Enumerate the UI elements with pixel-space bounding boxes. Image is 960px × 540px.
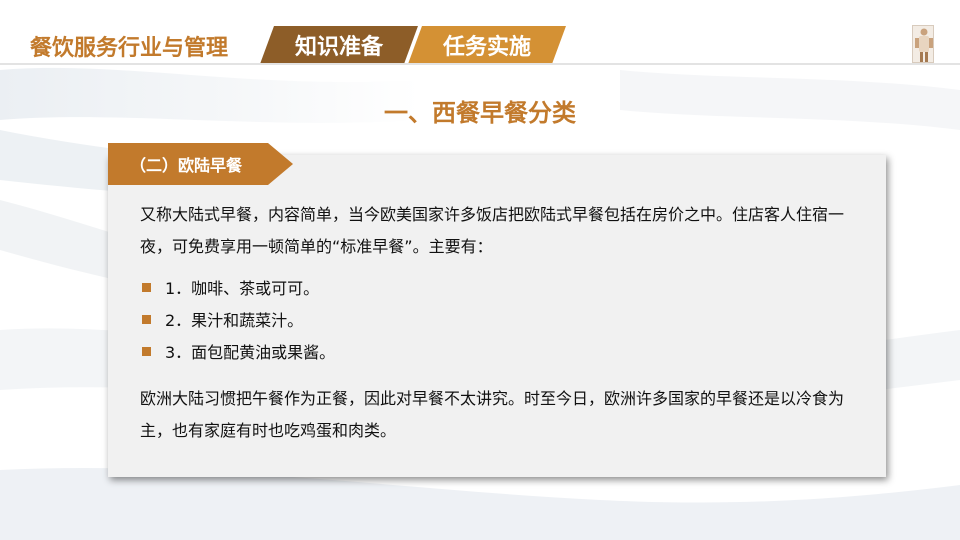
square-bullet-icon bbox=[142, 314, 151, 324]
chef-figure-icon bbox=[912, 25, 934, 63]
tab-task-implementation[interactable]: 任务实施 bbox=[408, 26, 566, 64]
header-bar: 餐饮服务行业与管理 知识准备 任务实施 bbox=[0, 22, 960, 64]
closing-paragraph: 欧洲大陆习惯把午餐作为正餐，因此对早餐不太讲究。时至今日，欧洲许多国家的早餐还是… bbox=[140, 389, 845, 440]
section-title: 一、西餐早餐分类 bbox=[0, 93, 960, 128]
list-item-text: 2．果汁和蔬菜汁。 bbox=[165, 311, 304, 330]
panel-tag: （二）欧陆早餐 bbox=[108, 143, 293, 185]
square-bullet-icon bbox=[142, 282, 151, 292]
list-item: 1．咖啡、茶或可可。 bbox=[140, 271, 840, 303]
list-item: 3．面包配黄油或果酱。 bbox=[140, 335, 840, 367]
course-title: 餐饮服务行业与管理 bbox=[30, 36, 229, 61]
breakfast-items-list: 1．咖啡、茶或可可。 2．果汁和蔬菜汁。 3．面包配黄油或果酱。 bbox=[140, 271, 840, 367]
intro-paragraph: 又称大陆式早餐，内容简单，当今欧美国家许多饭店把欧陆式早餐包括在房价之中。住店客… bbox=[140, 205, 845, 256]
square-bullet-icon bbox=[142, 346, 151, 356]
tab-knowledge-prep[interactable]: 知识准备 bbox=[260, 26, 418, 64]
list-item: 2．果汁和蔬菜汁。 bbox=[140, 303, 840, 335]
header-divider bbox=[0, 63, 960, 65]
list-item-text: 1．咖啡、茶或可可。 bbox=[165, 279, 320, 298]
list-item-text: 3．面包配黄油或果酱。 bbox=[165, 343, 336, 362]
section-title-text: 一、西餐早餐分类 bbox=[384, 99, 576, 127]
